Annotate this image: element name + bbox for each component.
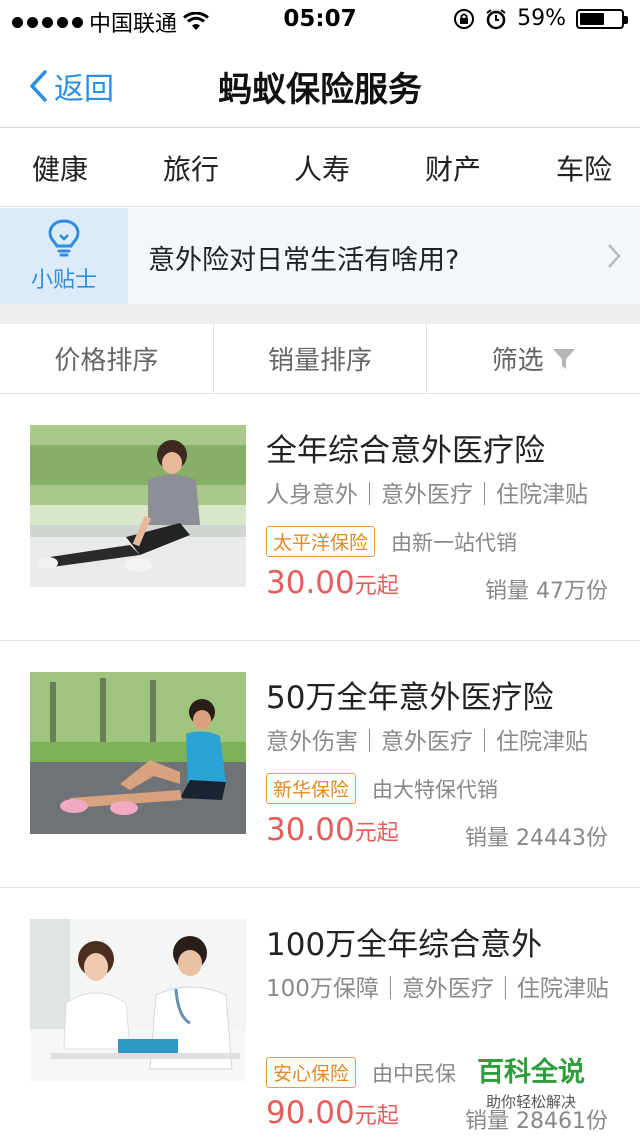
sales-count: 销量 24443份 — [465, 826, 608, 851]
product-tags: 意外伤害｜意外医疗｜住院津贴 — [266, 729, 588, 755]
tab-property[interactable]: 财产 — [425, 148, 481, 188]
product-price: 30.00元起 — [266, 812, 399, 848]
product-tags: 100万保障｜意外医疗｜住院津贴 — [266, 976, 609, 1002]
price-unit: 元起 — [354, 1104, 399, 1129]
tab-auto[interactable]: 车险 — [556, 148, 612, 188]
product-image — [30, 672, 246, 834]
alarm-icon — [486, 8, 506, 29]
agent-label: 由新一站代销 — [391, 530, 518, 555]
insurer-badge: 安心保险 — [266, 1057, 357, 1088]
tip-banner[interactable]: 小贴士 意外险对日常生活有啥用? — [0, 208, 640, 304]
page-title: 蚂蚁保险服务 — [218, 70, 422, 110]
tip-badge: 小贴士 — [0, 208, 128, 304]
price-value: 30.00 — [266, 565, 355, 601]
watermark-subtitle: 助你轻松解决 — [485, 1093, 576, 1111]
product-price: 90.00元起 — [266, 1095, 399, 1131]
tip-text: 意外险对日常生活有啥用? — [148, 245, 460, 276]
product-insurer: 安心保险 由中民保 — [266, 1057, 456, 1088]
navigation-bar: 返回 蚂蚁保险服务 — [0, 40, 640, 128]
product-card[interactable]: 全年综合意外医疗险 人身意外｜意外医疗｜住院津贴 太平洋保险 由新一站代销 30… — [0, 395, 640, 641]
status-right: 59% — [453, 6, 628, 31]
product-price: 30.00元起 — [266, 565, 399, 601]
tab-life[interactable]: 人寿 — [294, 148, 350, 188]
product-title: 100万全年综合意外 — [266, 927, 543, 963]
category-tabs: 健康 旅行 人寿 财产 车险 — [0, 129, 640, 207]
agent-label: 由中民保 — [372, 1061, 457, 1086]
tab-health[interactable]: 健康 — [32, 148, 88, 188]
product-image — [30, 425, 246, 587]
product-insurer: 新华保险 由大特保代销 — [266, 773, 498, 804]
battery-icon — [576, 8, 628, 29]
filter-button[interactable]: 筛选 — [426, 324, 640, 393]
lightbulb-icon — [48, 219, 80, 257]
product-title: 50万全年意外医疗险 — [266, 680, 554, 716]
agent-label: 由大特保代销 — [372, 777, 499, 802]
chevron-right-icon — [608, 244, 621, 268]
sort-sales-label: 销量排序 — [268, 346, 373, 376]
sort-sales-button[interactable]: 销量排序 — [212, 324, 427, 393]
product-tags: 人身意外｜意外医疗｜住院津贴 — [266, 482, 588, 508]
battery-percent: 59% — [517, 6, 566, 31]
section-divider — [0, 304, 640, 324]
sales-count: 销量 47万份 — [485, 579, 608, 604]
sort-price-label: 价格排序 — [54, 346, 159, 376]
watermark: 百科全说 助你轻松解决 — [466, 1050, 596, 1112]
filter-icon — [552, 348, 575, 369]
product-insurer: 太平洋保险 由新一站代销 — [266, 526, 517, 557]
rotation-lock-icon — [454, 8, 475, 29]
product-title: 全年综合意外医疗险 — [266, 433, 545, 469]
price-value: 30.00 — [266, 812, 355, 848]
tip-badge-label: 小贴士 — [30, 268, 97, 293]
price-unit: 元起 — [354, 821, 399, 846]
tab-travel[interactable]: 旅行 — [163, 148, 219, 188]
product-card[interactable]: 50万全年意外医疗险 意外伤害｜意外医疗｜住院津贴 新华保险 由大特保代销 30… — [0, 642, 640, 888]
sort-bar: 价格排序 销量排序 筛选 — [0, 324, 640, 394]
price-unit: 元起 — [354, 574, 399, 599]
status-bar: 中国联通 05:07 59% — [0, 0, 640, 40]
insurer-badge: 新华保险 — [266, 773, 357, 804]
sort-price-button[interactable]: 价格排序 — [0, 324, 213, 393]
watermark-title: 百科全说 — [477, 1057, 585, 1088]
filter-label: 筛选 — [491, 346, 544, 376]
insurer-badge: 太平洋保险 — [266, 526, 376, 557]
price-value: 90.00 — [266, 1095, 355, 1131]
product-image — [30, 919, 246, 1081]
